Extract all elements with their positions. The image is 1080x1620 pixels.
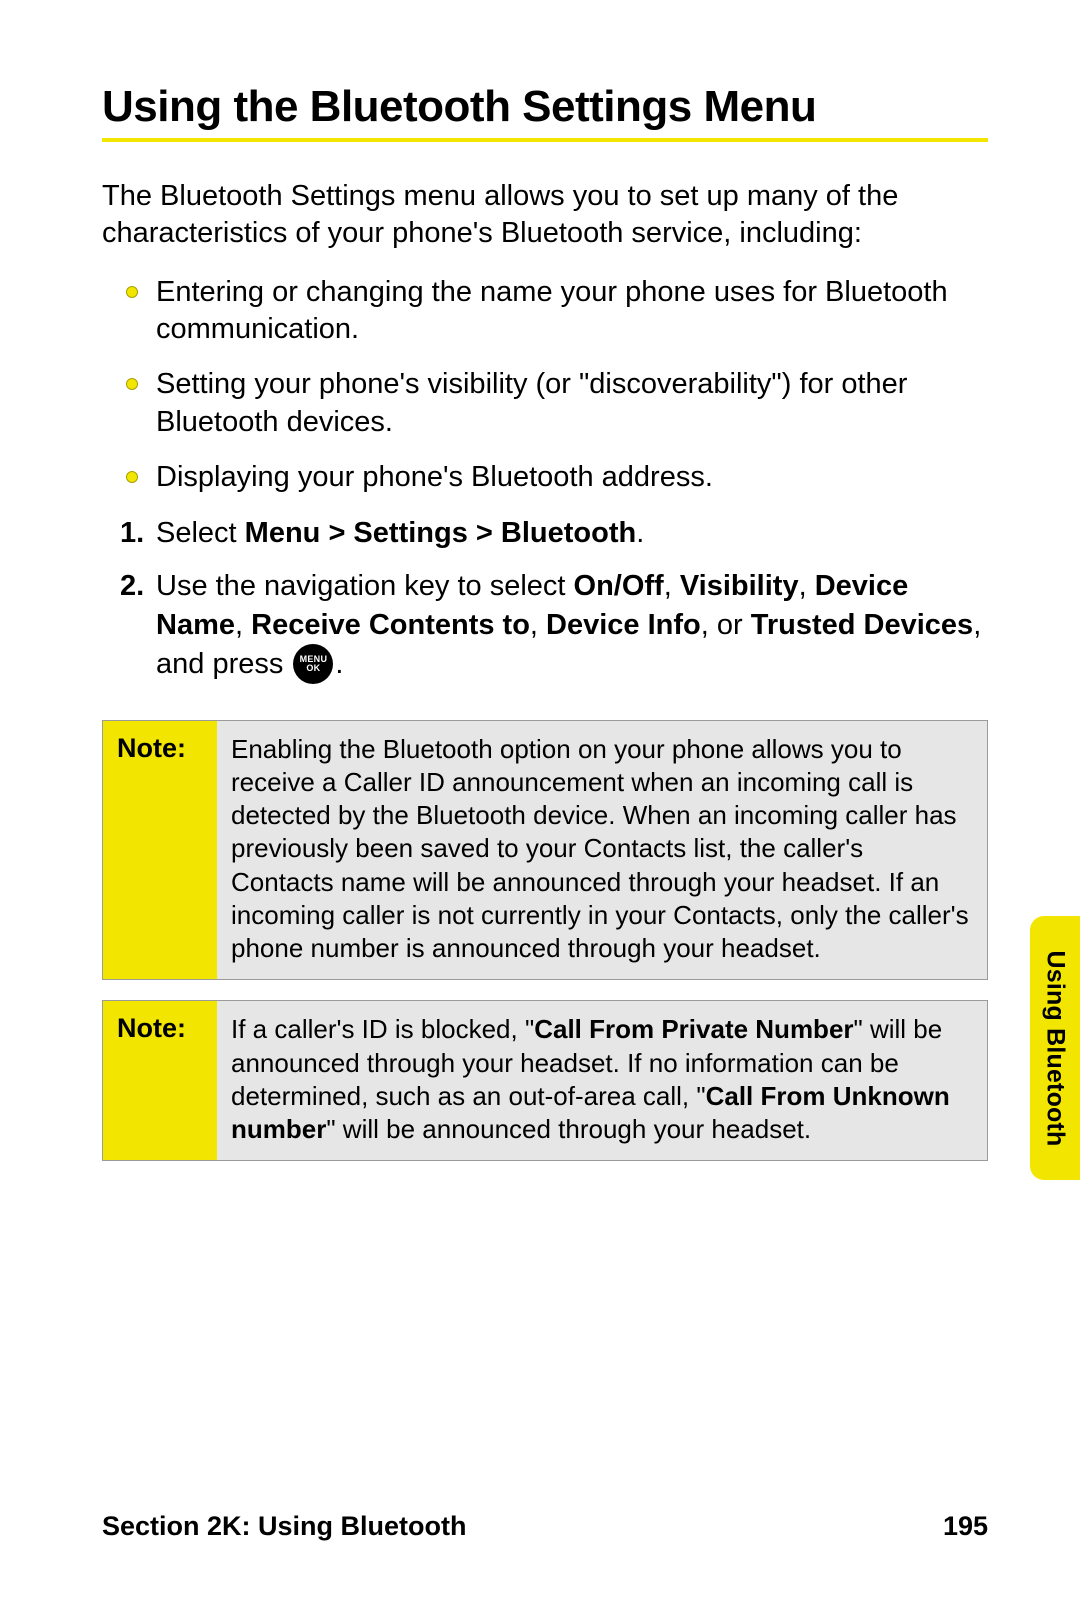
note-box: Note: If a caller's ID is blocked, "Call… <box>102 1000 988 1161</box>
list-item: Entering or changing the name your phone… <box>156 274 988 348</box>
note-text: If a caller's ID is blocked, " <box>231 1014 534 1044</box>
step-text: Use the navigation key to select <box>156 570 574 602</box>
step-item: Use the navigation key to select On/Off,… <box>156 567 988 686</box>
step-text: , or <box>701 609 751 641</box>
list-item: Displaying your phone's Bluetooth addres… <box>156 459 988 496</box>
feature-bullet-list: Entering or changing the name your phone… <box>102 274 988 496</box>
step-text: , <box>235 609 251 641</box>
note-body: Enabling the Bluetooth option on your ph… <box>217 721 987 980</box>
note-box: Note: Enabling the Bluetooth option on y… <box>102 720 988 981</box>
step-item: Select Menu > Settings > Bluetooth. <box>156 514 988 553</box>
step-bold: Visibility <box>680 570 799 602</box>
step-text: . <box>335 648 343 680</box>
title-underline <box>102 138 988 142</box>
page-number: 195 <box>943 1511 988 1542</box>
page-footer: Section 2K: Using Bluetooth 195 <box>102 1511 988 1542</box>
step-text: Select <box>156 517 245 549</box>
step-text: . <box>636 517 644 549</box>
note-text: " will be announced through your headset… <box>326 1114 811 1144</box>
step-bold: On/Off <box>574 570 664 602</box>
intro-paragraph: The Bluetooth Settings menu allows you t… <box>102 178 988 252</box>
list-item: Setting your phone's visibility (or "dis… <box>156 366 988 440</box>
step-bold: Receive Contents to <box>251 609 530 641</box>
menu-ok-button-icon: MENUOK <box>293 644 333 684</box>
note-body: If a caller's ID is blocked, "Call From … <box>217 1001 987 1160</box>
step-bold: Trusted Devices <box>751 609 973 641</box>
footer-section-label: Section 2K: Using Bluetooth <box>102 1511 467 1542</box>
note-bold: Call From Private Number <box>534 1014 853 1044</box>
section-side-tab: Using Bluetooth <box>1030 916 1080 1180</box>
step-bold: Device Info <box>546 609 701 641</box>
page-content: Using the Bluetooth Settings Menu The Bl… <box>0 0 1080 1161</box>
page-title: Using the Bluetooth Settings Menu <box>102 82 988 138</box>
note-label: Note: <box>103 1001 217 1160</box>
step-text: , <box>530 609 546 641</box>
step-text: , <box>799 570 815 602</box>
step-list: Select Menu > Settings > Bluetooth. Use … <box>102 514 988 686</box>
step-bold: Menu > Settings > Bluetooth <box>245 517 637 549</box>
menu-icon-bottom: OK <box>306 664 320 673</box>
side-tab-label: Using Bluetooth <box>1041 950 1070 1146</box>
step-text: , <box>664 570 680 602</box>
note-label: Note: <box>103 721 217 980</box>
